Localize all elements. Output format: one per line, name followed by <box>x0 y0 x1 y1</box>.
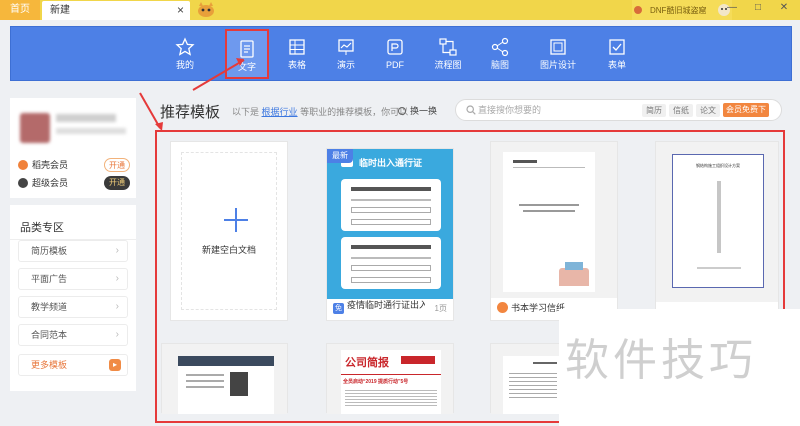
tab-bar: 首页 新建 × DNF酷旧城盗窟 — □ ✕ <box>0 0 800 20</box>
tool-image-design[interactable]: 图片设计 <box>536 27 580 82</box>
tool-label: PDF <box>386 60 404 70</box>
user-id-blurred <box>56 128 126 134</box>
tool-form[interactable]: 表单 <box>595 27 639 82</box>
tool-my[interactable]: 我的 <box>163 27 207 82</box>
mindmap-icon <box>491 37 509 57</box>
presentation-icon <box>338 39 354 55</box>
tool-label: 脑图 <box>490 60 509 70</box>
chevron-right-icon: › <box>115 273 119 284</box>
table-icon <box>289 39 305 55</box>
form-icon <box>609 39 625 55</box>
category-item-resume[interactable]: 简历模板 › <box>18 240 128 262</box>
more-icon: ▸ <box>109 359 121 371</box>
member-label: 稻壳会员 <box>32 160 69 170</box>
tool-label: 我的 <box>175 60 194 70</box>
avatar[interactable] <box>20 113 50 143</box>
tool-label: 表单 <box>607 60 626 70</box>
tool-pdf[interactable]: PDF <box>373 27 417 82</box>
open-super-button[interactable]: 开通 <box>104 176 130 190</box>
desc-suffix: 等职业的推荐模板，你可以 <box>300 107 409 117</box>
close-window-icon[interactable]: ✕ <box>778 2 790 13</box>
chevron-right-icon: › <box>115 329 119 340</box>
chevron-right-icon: › <box>115 245 119 256</box>
tool-label: 文字 <box>237 62 256 72</box>
tool-presentation[interactable]: 演示 <box>324 27 368 82</box>
document-icon <box>240 40 254 58</box>
cat-mascot-icon <box>198 2 214 17</box>
tool-label: 流程图 <box>434 60 462 70</box>
member-label: 超级会员 <box>32 178 69 188</box>
restore-icon[interactable]: □ <box>752 2 764 13</box>
section-description: 以下是 根据行业 等职业的推荐模板，你可以 <box>232 105 408 118</box>
chevron-right-icon: › <box>115 301 119 312</box>
search-chip-paper[interactable]: 论文 <box>696 104 720 117</box>
desc-prefix: 以下是 <box>232 107 260 117</box>
tool-label: 演示 <box>336 60 355 70</box>
username-blurred <box>56 114 116 122</box>
star-icon <box>175 37 195 56</box>
category-item-more[interactable]: 更多模板 ▸ <box>18 354 128 376</box>
category-panel: 品类专区 简历模板 › 平面广告 › 教学频道 › 合同范本 › 更多模板 ▸ <box>10 205 136 391</box>
search-chip-letter[interactable]: 信纸 <box>669 104 693 117</box>
industry-link[interactable]: 根据行业 <box>262 107 298 117</box>
tab-home[interactable]: 首页 <box>0 0 40 20</box>
member-row-docer: 稻壳会员 开通 <box>18 158 130 172</box>
tab-new-label: 新建 <box>50 5 70 16</box>
search-placeholder: 直接搜你想要的 <box>478 105 542 115</box>
category-item-teaching[interactable]: 教学频道 › <box>18 296 128 318</box>
watermark-text: 软件技巧 <box>565 335 757 386</box>
app-type-toolbar: 我的 文字 表格 演示 PDF 流程图 脑图 图片设计 表单 <box>10 26 792 81</box>
category-item-label: 平面广告 <box>31 274 68 284</box>
tool-flowchart[interactable]: 流程图 <box>426 27 470 82</box>
user-panel: 稻壳会员 开通 超级会员 开通 <box>10 98 136 198</box>
tool-mindmap[interactable]: 脑图 <box>478 27 522 82</box>
category-item-ads[interactable]: 平面广告 › <box>18 268 128 290</box>
flowchart-icon <box>439 38 457 56</box>
category-item-label: 合同范本 <box>31 330 68 340</box>
image-design-icon <box>550 39 566 55</box>
category-item-label: 更多模板 <box>31 360 68 370</box>
tool-writer[interactable]: 文字 <box>225 29 269 79</box>
tool-sheet[interactable]: 表格 <box>275 27 319 82</box>
promo-text[interactable]: DNF酷旧城盗窟 <box>650 5 706 16</box>
app-window: 首页 新建 × DNF酷旧城盗窟 — □ ✕ 我的 文字 表格 演示 PDF 流… <box>0 0 800 426</box>
docer-member-icon <box>18 160 28 170</box>
member-row-super: 超级会员 开通 <box>18 176 130 190</box>
search-icon <box>466 105 476 115</box>
search-chip-resume[interactable]: 简历 <box>642 104 666 117</box>
category-item-label: 教学频道 <box>31 302 68 312</box>
super-member-icon <box>18 178 28 188</box>
template-search[interactable]: 直接搜你想要的 简历 信纸 论文 会员免费下 <box>455 99 782 121</box>
pdf-icon <box>387 39 403 55</box>
category-item-label: 简历模板 <box>31 246 68 256</box>
tool-label: 表格 <box>287 60 306 70</box>
refresh-button[interactable]: 换一换 <box>398 104 437 117</box>
refresh-icon <box>398 107 406 115</box>
tab-new[interactable]: 新建 × <box>42 1 190 20</box>
tab-close-icon[interactable]: × <box>177 1 184 20</box>
section-title: 推荐模板 <box>160 104 221 121</box>
tool-label: 图片设计 <box>539 60 576 70</box>
category-title: 品类专区 <box>20 222 64 234</box>
minimize-icon[interactable]: — <box>726 2 738 13</box>
refresh-label: 换一换 <box>410 106 438 116</box>
category-item-contract[interactable]: 合同范本 › <box>18 324 128 346</box>
vip-free-button[interactable]: 会员免费下 <box>723 103 769 117</box>
window-controls: — □ ✕ <box>726 2 790 13</box>
open-docer-button[interactable]: 开通 <box>104 158 130 172</box>
